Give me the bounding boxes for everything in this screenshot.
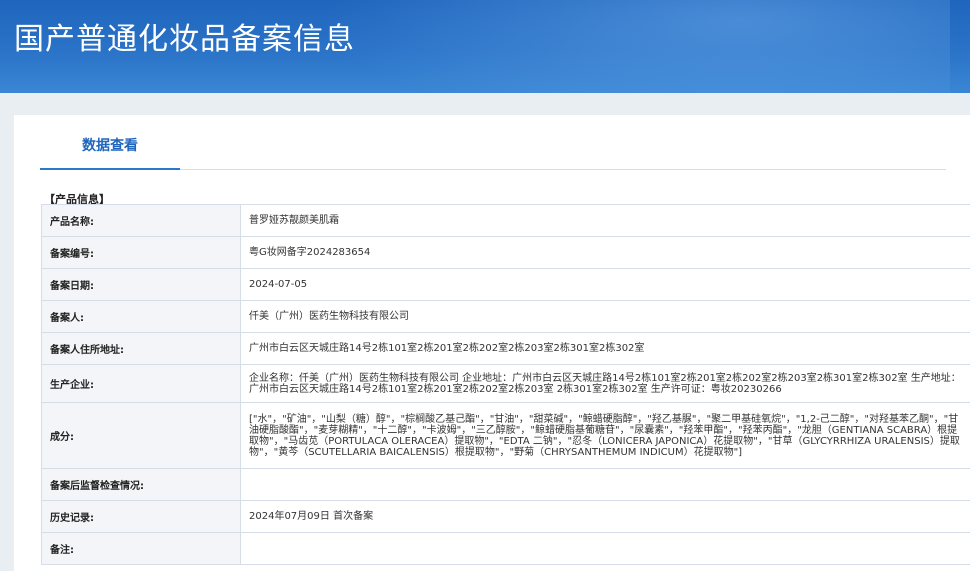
row-label: 成分: — [41, 402, 241, 469]
table-row: 生产企业: 企业名称：仟美（广州）医药生物科技有限公司 企业地址：广州市白云区天… — [41, 364, 970, 403]
table-row: 备案人: 仟美（广州）医药生物科技有限公司 — [41, 300, 970, 333]
row-label: 备案日期: — [41, 268, 241, 301]
row-value: 2024年07月09日 首次备案 — [240, 500, 970, 533]
row-value: 仟美（广州）医药生物科技有限公司 — [240, 300, 970, 333]
table-row: 备案人住所地址: 广州市白云区天城庄路14号2栋101室2栋201室2栋202室… — [41, 332, 970, 365]
row-label: 产品名称: — [41, 204, 241, 237]
row-label: 备案人住所地址: — [41, 332, 241, 365]
row-value: 广州市白云区天城庄路14号2栋101室2栋201室2栋202室2栋203室2栋3… — [240, 332, 970, 365]
table-row: 备注: — [41, 532, 970, 565]
row-label: 备案人: — [41, 300, 241, 333]
row-value: 企业名称：仟美（广州）医药生物科技有限公司 企业地址：广州市白云区天城庄路14号… — [240, 364, 970, 403]
row-label: 备注: — [41, 532, 241, 565]
row-label: 备案编号: — [41, 236, 241, 269]
table-row: 备案后监督检查情况: — [41, 468, 970, 501]
page-header: 国产普通化妆品备案信息 — [0, 0, 970, 93]
table-row: 备案日期: 2024-07-05 — [41, 268, 970, 301]
table-row: 历史记录: 2024年07月09日 首次备案 — [41, 500, 970, 533]
row-value — [240, 468, 970, 501]
content-card: 数据查看 【产品信息】 产品名称: 普罗娅苏靓颜美肌霜 备案编号: 粤G妆网备字… — [14, 115, 970, 571]
row-value: 2024-07-05 — [240, 268, 970, 301]
row-value: 粤G妆网备字2024283654 — [240, 236, 970, 269]
row-value: 普罗娅苏靓颜美肌霜 — [240, 204, 970, 237]
table-row: 产品名称: 普罗娅苏靓颜美肌霜 — [41, 204, 970, 237]
row-label: 备案后监督检查情况: — [41, 468, 241, 501]
row-label: 生产企业: — [41, 364, 241, 403]
table-row: 成分: ["水"，"矿油"，"山梨（糖）醇"，"棕榈酸乙基己酯"，"甘油"，"甜… — [41, 402, 970, 469]
row-value: ["水"，"矿油"，"山梨（糖）醇"，"棕榈酸乙基己酯"，"甘油"，"甜菜碱"，… — [240, 402, 970, 469]
row-label: 历史记录: — [41, 500, 241, 533]
product-info-table: 产品名称: 普罗娅苏靓颜美肌霜 备案编号: 粤G妆网备字2024283654 备… — [41, 204, 970, 565]
tab-bar: 数据查看 — [40, 132, 946, 170]
page-title: 国产普通化妆品备案信息 — [14, 22, 355, 57]
table-row: 备案编号: 粤G妆网备字2024283654 — [41, 236, 970, 269]
row-value — [240, 532, 970, 565]
tab-data-view[interactable]: 数据查看 — [40, 132, 180, 170]
